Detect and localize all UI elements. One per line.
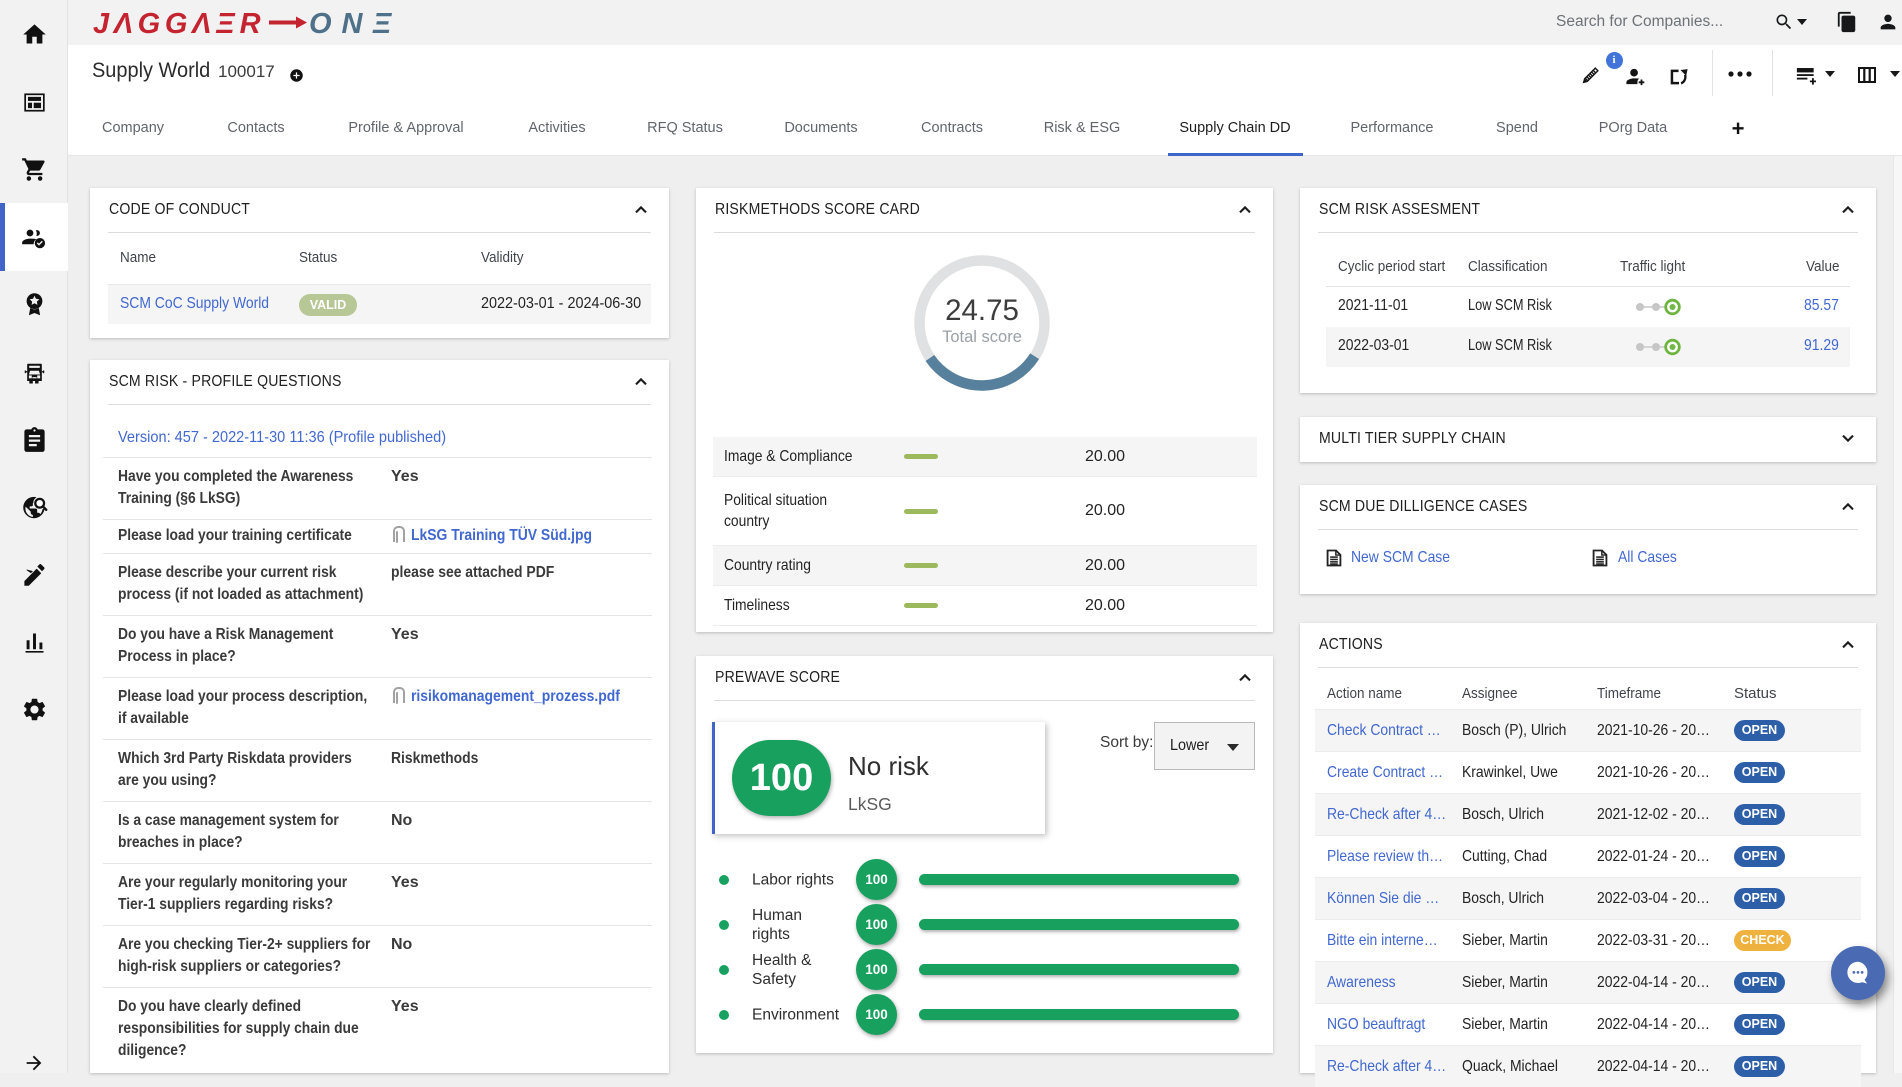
- svg-text:JΛGGΛΞR: JΛGGΛΞR: [93, 8, 265, 39]
- svg-text:ONΞ: ONΞ: [309, 8, 402, 39]
